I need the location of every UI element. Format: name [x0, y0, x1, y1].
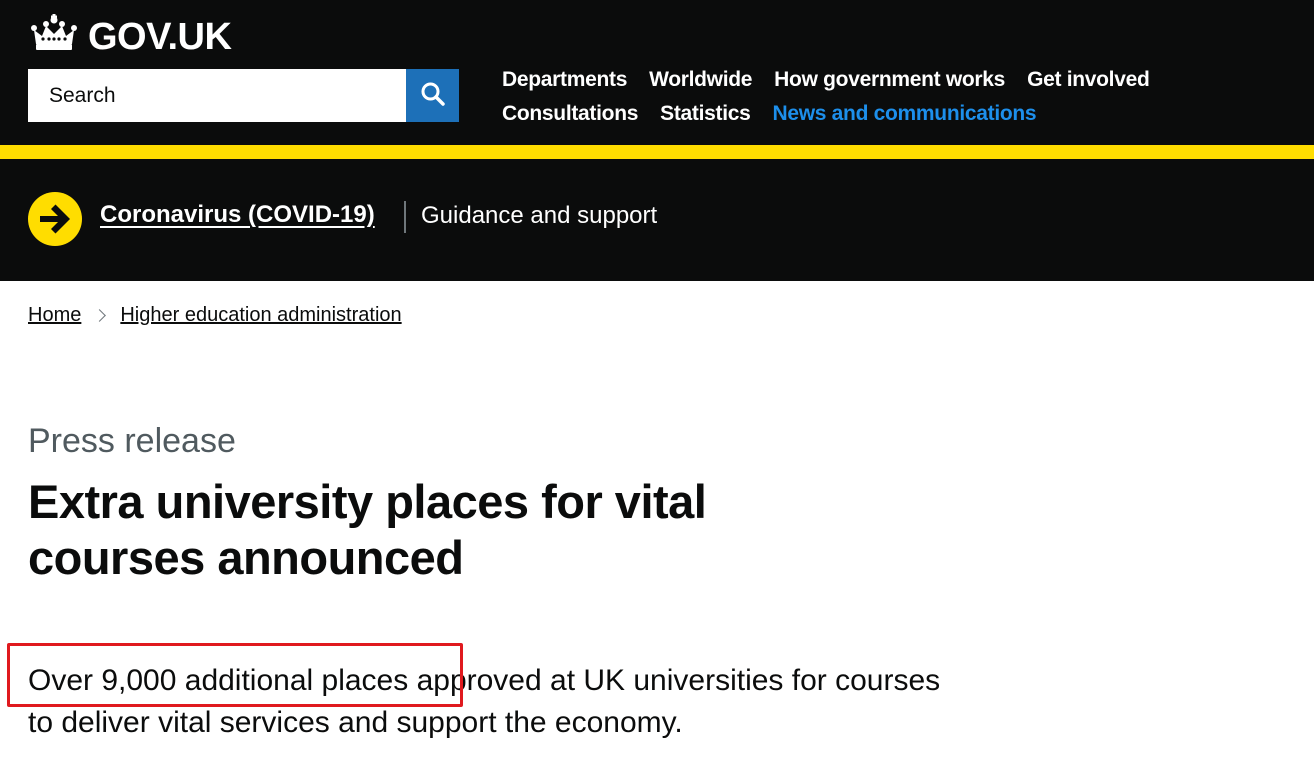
nav-link-how-government-works[interactable]: How government works [774, 68, 1005, 92]
nav-link-news-and-communications[interactable]: News and communications [772, 102, 1036, 126]
nav-link-statistics[interactable]: Statistics [660, 102, 751, 126]
arrow-right-icon [28, 192, 82, 246]
nav-row: Consultations Statistics News and commun… [502, 97, 1282, 131]
nav-link-worldwide[interactable]: Worldwide [649, 68, 752, 92]
search-icon [420, 81, 446, 110]
page-caption: Press release [28, 422, 236, 460]
covid-divider [404, 201, 406, 233]
crown-icon [28, 13, 88, 61]
breadcrumb-higher-education-administration[interactable]: Higher education administration [120, 304, 401, 327]
nav-link-consultations[interactable]: Consultations [502, 102, 638, 126]
page-title: Extra university places for vital course… [28, 475, 707, 584]
covid-link[interactable]: Coronavirus (COVID-19) [100, 201, 375, 229]
main-navigation: Departments Worldwide How government wor… [502, 63, 1282, 131]
header-accent-bar [0, 145, 1314, 159]
breadcrumb-home[interactable]: Home [28, 304, 81, 327]
covid-banner: Coronavirus (COVID-19) Guidance and supp… [0, 159, 1314, 281]
govuk-logo-link[interactable]: GOV.UK [28, 13, 232, 61]
breadcrumb: Home Higher education administration [28, 304, 402, 327]
lead-paragraph: Over 9,000 additional places approved at… [28, 664, 941, 739]
chevron-right-icon [93, 309, 107, 322]
search-form [28, 69, 459, 122]
covid-guidance-text: Guidance and support [421, 202, 658, 229]
nav-link-departments[interactable]: Departments [502, 68, 627, 92]
search-button[interactable] [406, 69, 459, 122]
site-header: GOV.UK Departments Worldwide How governm… [0, 0, 1314, 145]
search-input[interactable] [28, 69, 406, 122]
govuk-logo-text: GOV.UK [88, 15, 232, 58]
nav-row: Departments Worldwide How government wor… [502, 63, 1282, 97]
nav-link-get-involved[interactable]: Get involved [1027, 68, 1150, 92]
